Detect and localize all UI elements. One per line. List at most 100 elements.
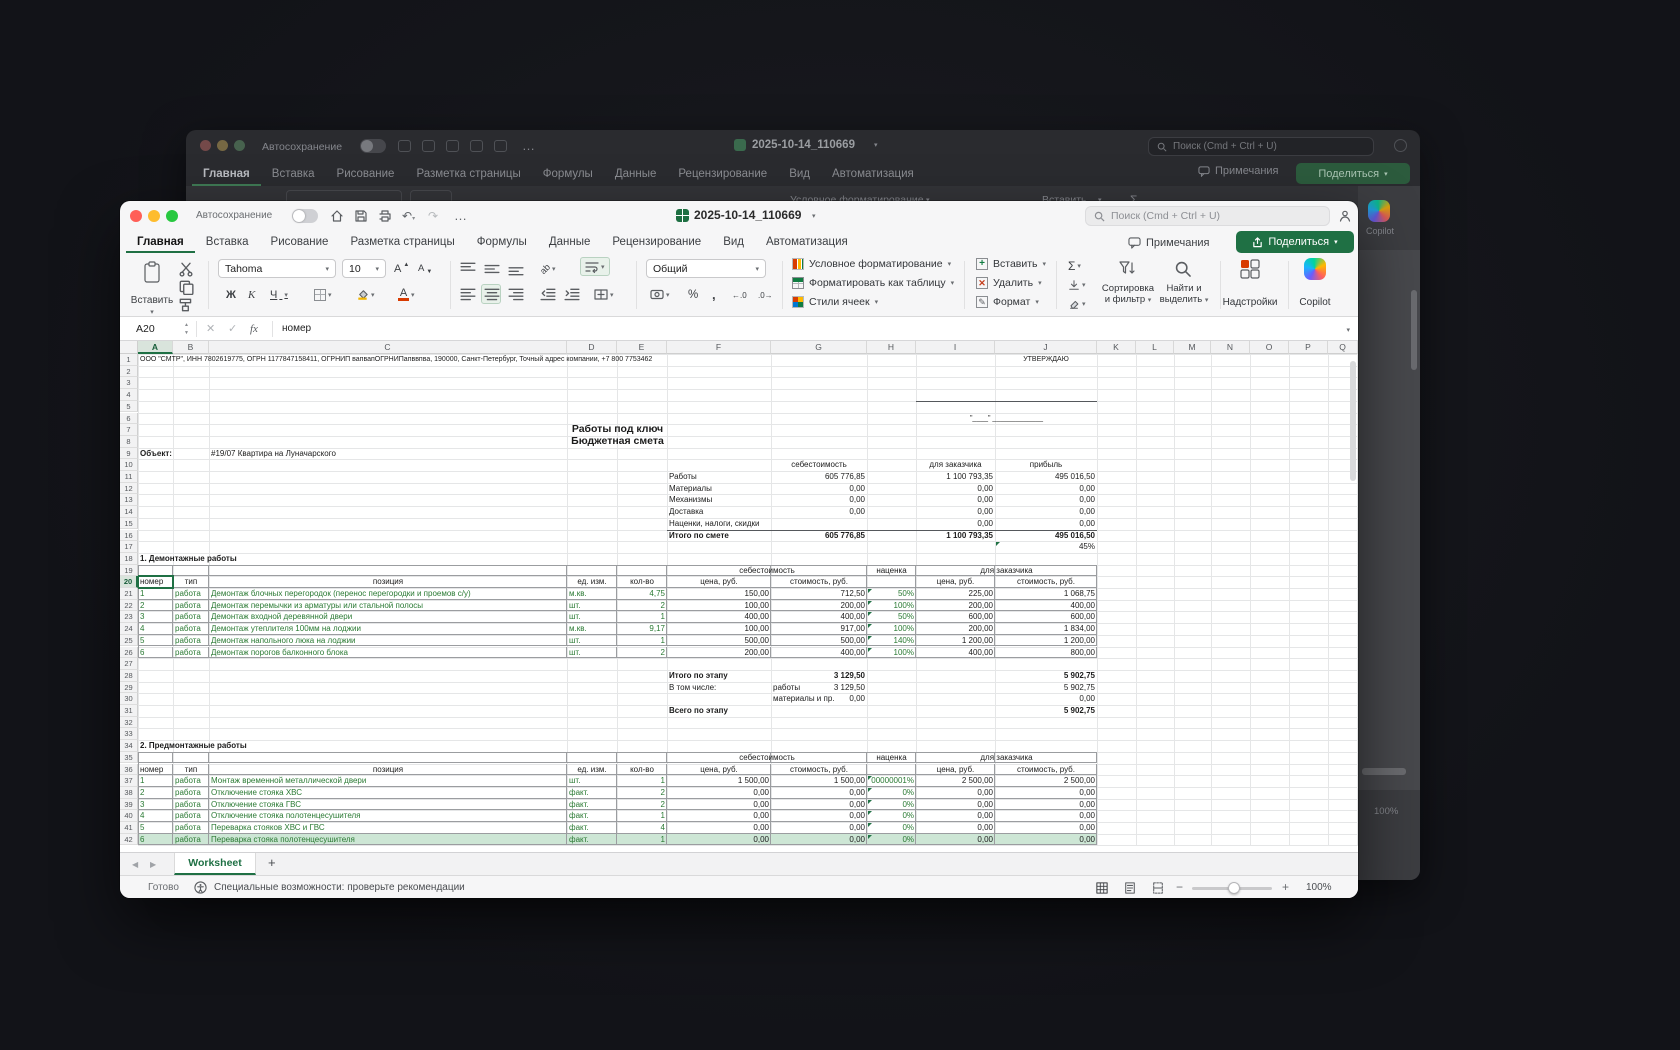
row-header-7[interactable]: 7 bbox=[120, 424, 138, 436]
cell-I16[interactable]: 1 100 793,35 bbox=[916, 530, 995, 542]
ribbon-tab-Разметка страницы[interactable]: Разметка страницы bbox=[339, 231, 465, 253]
cell-B38[interactable]: работа bbox=[173, 787, 209, 799]
align-middle-icon[interactable] bbox=[484, 261, 500, 277]
cell-J25[interactable]: 1 200,00 bbox=[995, 635, 1097, 647]
cell-I6[interactable]: "____" _____________ bbox=[916, 413, 1097, 425]
cell-B41[interactable]: работа bbox=[173, 822, 209, 834]
cell-J11[interactable]: 495 016,50 bbox=[995, 471, 1097, 483]
ribbon-tab-Формулы[interactable]: Формулы bbox=[466, 231, 538, 253]
add-sheet-button[interactable]: + bbox=[268, 855, 276, 870]
ribbon-tab-Вставка[interactable]: Вставка bbox=[195, 231, 260, 253]
cell-A37[interactable]: 1 bbox=[138, 775, 173, 787]
column-header-J[interactable]: J bbox=[995, 341, 1097, 354]
cell-D36[interactable]: ед. изм. bbox=[567, 764, 617, 776]
fx-icon[interactable]: fx bbox=[250, 321, 258, 337]
row-header-33[interactable]: 33 bbox=[120, 728, 138, 741]
cell-B21[interactable]: работа bbox=[173, 588, 209, 600]
cell-F42[interactable]: 0,00 bbox=[667, 834, 771, 846]
wrap-text-icon[interactable]: ▾ bbox=[580, 257, 610, 276]
cell-C41[interactable]: Переварка стояков ХВС и ГВС bbox=[209, 822, 567, 834]
row-header-29[interactable]: 29 bbox=[120, 681, 138, 694]
cell-G26[interactable]: 400,00 bbox=[771, 647, 867, 659]
cell-F41[interactable]: 0,00 bbox=[667, 822, 771, 834]
cell-G13[interactable]: 0,00 bbox=[771, 494, 867, 506]
column-header-K[interactable]: K bbox=[1097, 341, 1136, 354]
row-header-18[interactable]: 18 bbox=[120, 552, 138, 565]
cell-D21[interactable]: м.кв. bbox=[567, 588, 617, 600]
italic-button[interactable]: К bbox=[248, 285, 255, 304]
cell-E42[interactable]: 1 bbox=[617, 834, 667, 846]
column-header-G[interactable]: G bbox=[771, 341, 867, 354]
format-cells-button[interactable]: ✎ Формат ▾ bbox=[976, 296, 1039, 308]
zoom-level[interactable]: 100% bbox=[1306, 876, 1332, 898]
notes-button[interactable]: Примечания bbox=[1128, 232, 1210, 253]
row-header-4[interactable]: 4 bbox=[120, 389, 138, 401]
ribbon-tab-Главная[interactable]: Главная bbox=[126, 231, 195, 253]
cell-A21[interactable]: 1 bbox=[138, 588, 173, 600]
cell-F14[interactable]: Доставка bbox=[667, 506, 771, 518]
cell-J36[interactable]: стоимость, руб. bbox=[995, 764, 1097, 776]
cell-C39[interactable]: Отключение стояка ГВС bbox=[209, 799, 567, 811]
row-header-31[interactable]: 31 bbox=[120, 705, 138, 717]
cell-H19[interactable]: наценка bbox=[867, 565, 916, 577]
cell-I38[interactable]: 0,00 bbox=[916, 787, 995, 799]
cell-I11[interactable]: 1 100 793,35 bbox=[916, 471, 995, 483]
cell-C9[interactable]: #19/07 Квартира на Луначарского bbox=[209, 448, 567, 460]
grow-font-icon[interactable]: А ▲ bbox=[394, 259, 409, 278]
cell-G22[interactable]: 200,00 bbox=[771, 600, 867, 612]
autosave-toggle[interactable] bbox=[292, 209, 318, 223]
cell-D22[interactable]: шт. bbox=[567, 600, 617, 612]
row-header-39[interactable]: 39 bbox=[120, 798, 138, 811]
cell-D26[interactable]: шт. bbox=[567, 647, 617, 659]
cell-F35[interactable]: себестоимость bbox=[667, 752, 867, 764]
number-format-select[interactable]: Общий ▾ bbox=[646, 259, 766, 278]
cell-D40[interactable]: факт. bbox=[567, 810, 617, 822]
cell-A9[interactable]: Объект: bbox=[138, 448, 173, 460]
cell-I25[interactable]: 1 200,00 bbox=[916, 635, 995, 647]
cell-H42[interactable]: 0% bbox=[867, 834, 916, 846]
accessibility-icon[interactable] bbox=[194, 881, 207, 894]
cell-G10[interactable]: себестоимость bbox=[771, 459, 867, 471]
cell-I40[interactable]: 0,00 bbox=[916, 810, 995, 822]
row-header-11[interactable]: 11 bbox=[120, 471, 138, 483]
font-size-select[interactable]: 10 ▾ bbox=[342, 259, 386, 278]
zoom-slider-knob[interactable] bbox=[1228, 882, 1240, 894]
cell-I36[interactable]: цена, руб. bbox=[916, 764, 995, 776]
paste-button[interactable]: Вставить ▾ bbox=[130, 255, 174, 316]
ribbon-tab-Вид[interactable]: Вид bbox=[712, 231, 755, 253]
cell-B25[interactable]: работа bbox=[173, 635, 209, 647]
row-header-35[interactable]: 35 bbox=[120, 751, 138, 764]
cell-E25[interactable]: 1 bbox=[617, 635, 667, 647]
cell-D23[interactable]: шт. bbox=[567, 611, 617, 623]
row-header-9[interactable]: 9 bbox=[120, 447, 138, 460]
row-header-37[interactable]: 37 bbox=[120, 775, 138, 787]
ribbon-tab-Вид[interactable]: Вид bbox=[778, 168, 821, 180]
cell-H24[interactable]: 100% bbox=[867, 623, 916, 635]
cell-I26[interactable]: 400,00 bbox=[916, 647, 995, 659]
row-header-42[interactable]: 42 bbox=[120, 833, 138, 846]
cell-J23[interactable]: 600,00 bbox=[995, 611, 1097, 623]
cell-J14[interactable]: 0,00 bbox=[995, 506, 1097, 518]
currency-icon[interactable]: ▾ bbox=[650, 285, 670, 304]
cell-G12[interactable]: 0,00 bbox=[771, 483, 867, 495]
grid-vertical-scrollbar[interactable] bbox=[1350, 361, 1356, 481]
cell-H21[interactable]: 50% bbox=[867, 588, 916, 600]
name-box[interactable]: A20 bbox=[126, 317, 186, 341]
row-header-22[interactable]: 22 bbox=[120, 599, 138, 612]
column-header-H[interactable]: H bbox=[867, 341, 916, 354]
prev-sheet-icon[interactable]: ◀ bbox=[132, 860, 138, 869]
cell-B42[interactable]: работа bbox=[173, 834, 209, 846]
row-header-21[interactable]: 21 bbox=[120, 588, 138, 600]
copilot-button[interactable]: Copilot bbox=[1286, 297, 1344, 308]
sort-filter-icon[interactable] bbox=[1118, 259, 1138, 279]
column-header-F[interactable]: F bbox=[667, 341, 771, 354]
cell-E38[interactable]: 2 bbox=[617, 787, 667, 799]
sort-filter-button[interactable]: Сортировка и фильтр ▾ bbox=[1092, 283, 1164, 306]
cell-G14[interactable]: 0,00 bbox=[771, 506, 867, 518]
redo-icon[interactable]: ↷ bbox=[428, 209, 438, 223]
cell-J26[interactable]: 800,00 bbox=[995, 647, 1097, 659]
cell-E20[interactable]: кол-во bbox=[617, 576, 667, 588]
cell-G20[interactable]: стоимость, руб. bbox=[771, 576, 867, 588]
cell-G29[interactable]: 3 129,50 bbox=[771, 682, 867, 694]
cell-E40[interactable]: 1 bbox=[617, 810, 667, 822]
